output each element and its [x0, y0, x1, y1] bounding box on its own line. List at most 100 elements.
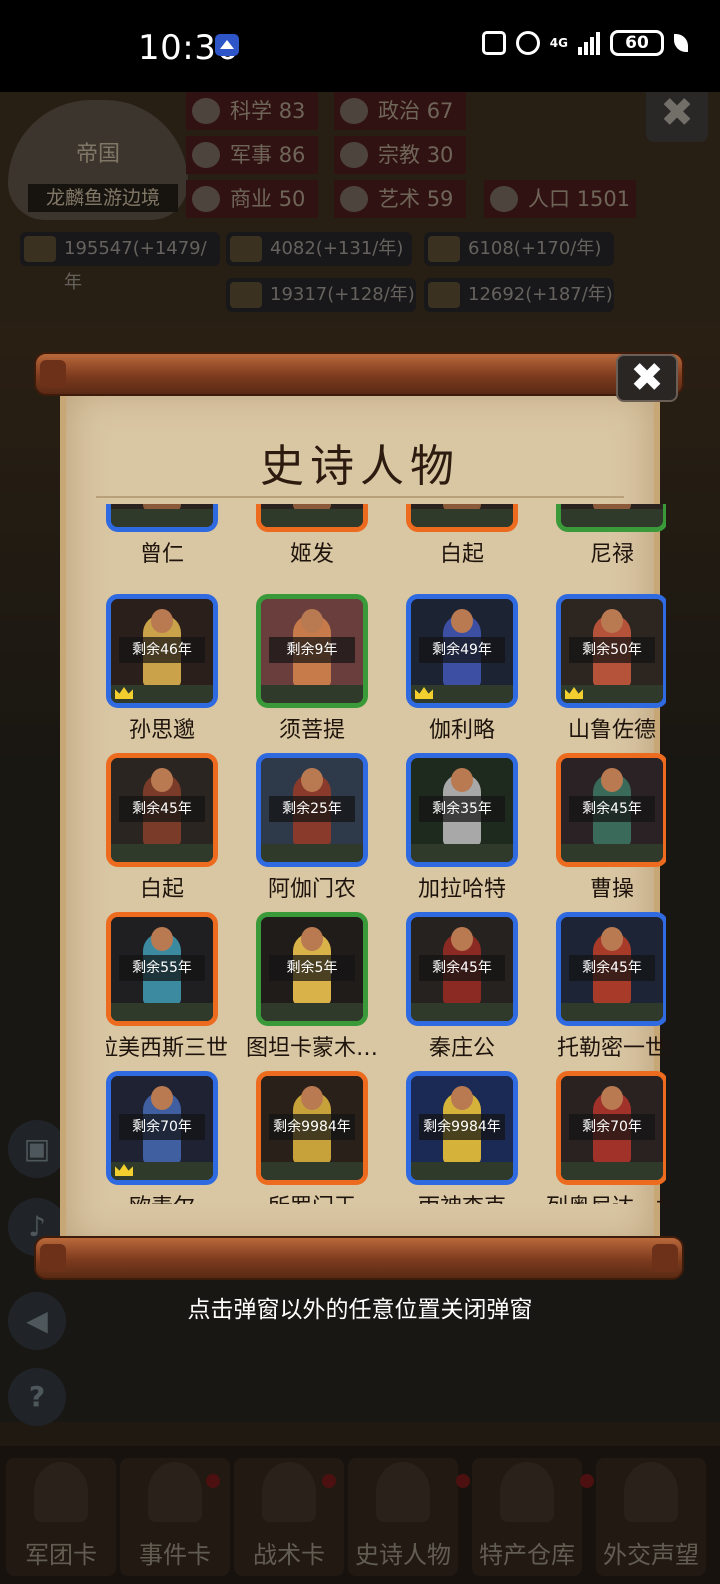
- character-card[interactable]: 剩余49年伽利略: [406, 594, 518, 744]
- grass-decoration: [261, 1003, 363, 1021]
- scroll-rod-top: [34, 352, 684, 396]
- title-divider: [96, 496, 624, 498]
- character-name: 伽利略: [428, 718, 495, 743]
- character-portrait: 剩余46年: [106, 594, 218, 708]
- character-card[interactable]: 姬发: [256, 504, 368, 568]
- battery-indicator: 60: [610, 30, 664, 56]
- character-grid[interactable]: 曾仁 姬发 白起 尼禄 剩余46年 孙思邈 剩余9年 须菩提 剩余49年 伽利略 剩余50年 山鲁佐德…: [106, 504, 666, 1204]
- character-name: 所罗门王: [236, 1189, 388, 1204]
- character-card[interactable]: 剩余45年 白起: [106, 753, 218, 903]
- character-portrait: 剩余25年: [256, 753, 368, 867]
- signal-icon: [578, 31, 600, 55]
- grass-decoration: [411, 1162, 513, 1180]
- network-type: 4G: [549, 36, 568, 50]
- remaining-years: 剩余50年: [569, 637, 655, 663]
- character-card[interactable]: 剩余9984年所罗门王: [256, 1071, 368, 1204]
- scroll-rod-bottom: [34, 1236, 684, 1280]
- character-portrait: 剩余45年: [556, 753, 666, 867]
- character-portrait: [106, 504, 218, 532]
- character-name: 图坦卡蒙木…: [245, 1036, 378, 1061]
- character-head: [301, 768, 323, 792]
- remaining-years: 剩余70年: [569, 1114, 655, 1140]
- scroll-paper: 史诗人物 曾仁 姬发 白起 尼禄 剩余46年 孙思邈 剩余9年 须菩提 剩余49年 伽利略 剩余50…: [60, 388, 666, 1246]
- character-name: 欧麦尔: [106, 1189, 238, 1204]
- alarm-icon: [515, 31, 540, 55]
- remaining-years: 剩余45年: [569, 955, 655, 981]
- character-card[interactable]: 剩余45年托勒密一世: [556, 912, 666, 1062]
- character-name: 曹操: [589, 877, 634, 902]
- character-portrait: 剩余9年: [256, 594, 368, 708]
- character-head: [301, 609, 323, 633]
- character-name: 曾仁: [139, 542, 184, 567]
- nfc-icon: [481, 31, 506, 55]
- remaining-years: 剩余45年: [119, 796, 205, 822]
- character-name: 姬发: [289, 542, 334, 567]
- character-portrait: 剩余35年: [406, 753, 518, 867]
- character-card[interactable]: 剩余45年秦庄公: [406, 912, 518, 1062]
- character-head: [451, 927, 473, 951]
- epic-characters-popup: 史诗人物 曾仁 姬发 白起 尼禄 剩余46年 孙思邈 剩余9年 须菩提 剩余49年 伽利略 剩余50…: [34, 352, 684, 1284]
- remaining-years: 剩余25年: [269, 796, 355, 822]
- grass-decoration: [111, 509, 213, 527]
- grass-decoration: [411, 1003, 513, 1021]
- character-name: 列奥尼达一世: [536, 1189, 666, 1204]
- character-card[interactable]: 尼禄: [556, 504, 666, 568]
- remaining-years: 剩余46年: [119, 637, 205, 663]
- character-portrait: 剩余70年: [556, 1071, 666, 1185]
- character-card[interactable]: 剩余50年山鲁佐德: [556, 594, 666, 744]
- character-name: 秦庄公: [428, 1036, 495, 1061]
- close-hint: 点击弹窗以外的任意位置关闭弹窗: [187, 1297, 533, 1323]
- character-name: 加拉哈特: [417, 877, 506, 902]
- grass-decoration: [561, 1162, 663, 1180]
- character-name: 孙思邈: [128, 718, 195, 743]
- character-card[interactable]: 剩余46年孙思邈: [106, 594, 218, 744]
- character-head: [151, 768, 173, 792]
- character-portrait: 剩余9984年: [406, 1071, 518, 1185]
- character-portrait: 剩余55年: [106, 912, 218, 1026]
- character-card[interactable]: 剩余70年欧麦尔: [106, 1071, 218, 1204]
- character-name: 托勒密一世: [556, 1036, 666, 1061]
- character-portrait: 剩余5年: [256, 912, 368, 1026]
- character-portrait: 剩余50年: [556, 594, 666, 708]
- character-portrait: 剩余45年: [406, 912, 518, 1026]
- character-card[interactable]: 白起: [406, 504, 518, 568]
- character-head: [301, 927, 323, 951]
- character-name: 白起: [439, 542, 484, 567]
- character-card[interactable]: 剩余5年图坦卡蒙木…: [246, 912, 378, 1062]
- remaining-years: 剩余5年: [269, 955, 355, 981]
- app-notification-icon: [215, 34, 239, 56]
- power-saving-icon: [674, 34, 688, 52]
- remaining-years: 剩余9984年: [269, 1114, 355, 1140]
- character-portrait: 剩余9984年: [256, 1071, 368, 1185]
- character-card[interactable]: 剩余9年须菩提: [256, 594, 368, 744]
- character-portrait: 剩余49年: [406, 594, 518, 708]
- character-card[interactable]: 剩余25年 阿伽门农: [256, 753, 368, 903]
- close-button[interactable]: ✖: [616, 354, 678, 402]
- remaining-years: 剩余9年: [269, 637, 355, 663]
- character-card[interactable]: 剩余55年 拉美西斯三世: [106, 912, 228, 1062]
- character-card[interactable]: 剩余70年列奥尼达一世: [546, 1071, 666, 1204]
- character-head: [601, 927, 623, 951]
- character-name: 尼禄: [589, 542, 634, 567]
- remaining-years: 剩余49年: [419, 637, 505, 663]
- status-icons: 4G 60: [481, 30, 688, 56]
- character-head: [301, 1086, 323, 1110]
- remaining-years: 剩余55年: [119, 955, 205, 981]
- remaining-years: 剩余35年: [419, 796, 505, 822]
- character-card[interactable]: 剩余45年曹操: [556, 753, 666, 903]
- character-card[interactable]: 曾仁: [106, 504, 218, 568]
- remaining-years: 剩余45年: [569, 796, 655, 822]
- character-name: 须菩提: [278, 718, 345, 743]
- character-name: 山鲁佐德: [567, 718, 656, 743]
- character-portrait: [406, 504, 518, 532]
- character-card[interactable]: 剩余9984年雨神查克: [406, 1071, 518, 1204]
- grass-decoration: [561, 509, 663, 527]
- grass-decoration: [411, 844, 513, 862]
- status-bar: 10:36 4G 60: [0, 0, 720, 92]
- grass-decoration: [261, 1162, 363, 1180]
- character-portrait: [556, 504, 666, 532]
- remaining-years: 剩余9984年: [419, 1114, 505, 1140]
- character-card[interactable]: 剩余35年加拉哈特: [406, 753, 518, 903]
- grass-decoration: [111, 844, 213, 862]
- character-head: [451, 768, 473, 792]
